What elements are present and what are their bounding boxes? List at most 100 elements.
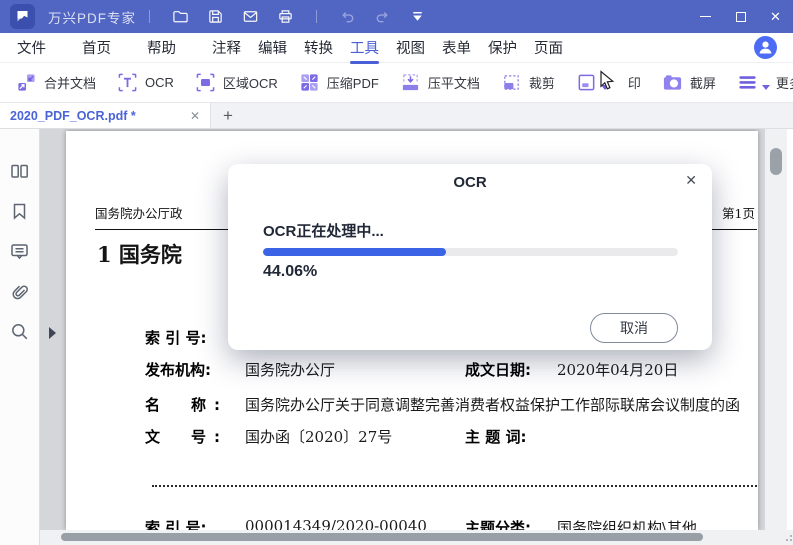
bookmarks-icon[interactable] bbox=[9, 201, 30, 222]
redo-icon[interactable] bbox=[374, 8, 391, 25]
doc-category-value: 国务院组织机构\其他 bbox=[557, 519, 698, 530]
doc-name-value: 国务院办公厅关于同意调整完善消费者权益保护工作部际联席会议制度的函 bbox=[245, 396, 741, 414]
user-avatar[interactable] bbox=[754, 36, 777, 59]
more-tools-button[interactable]: 更多 › bbox=[737, 72, 793, 93]
stamp-icon bbox=[578, 74, 595, 91]
hamburger-icon bbox=[739, 76, 756, 89]
menu-view[interactable]: 视图 bbox=[395, 34, 426, 61]
doc-index-label: 索 引 号: bbox=[145, 329, 207, 347]
print-icon[interactable] bbox=[277, 8, 294, 25]
more-label: 更多 bbox=[775, 76, 793, 91]
flatten-document-button[interactable]: 压平文档 bbox=[400, 72, 480, 93]
dialog-close-icon[interactable]: ✕ bbox=[685, 172, 697, 189]
undo-icon[interactable] bbox=[339, 8, 356, 25]
vertical-scrollbar[interactable] bbox=[765, 129, 787, 530]
stamp-label: 印 bbox=[627, 76, 641, 91]
progress-bar-fill bbox=[263, 248, 446, 256]
compress-label: 压缩PDF bbox=[326, 76, 379, 91]
menu-page[interactable]: 页面 bbox=[533, 34, 564, 61]
app-window: 万兴PDF专家 ✕ 文件 首页 帮助 注释 编辑 转换 工具 视图 表单 保护 … bbox=[0, 0, 793, 545]
doc-page-number: 第1页 bbox=[722, 206, 755, 221]
menu-edit[interactable]: 编辑 bbox=[257, 34, 288, 61]
screenshot-button[interactable]: 截屏 bbox=[662, 72, 716, 93]
menu-tools[interactable]: 工具 bbox=[349, 34, 380, 64]
ocr-button[interactable]: OCR bbox=[117, 72, 174, 93]
sidebar-expand-handle[interactable] bbox=[49, 327, 56, 339]
dialog-title: OCR bbox=[453, 174, 487, 191]
doc-category-label: 主题分类: bbox=[465, 519, 531, 530]
compress-pdf-button[interactable]: 压缩PDF bbox=[299, 72, 379, 93]
open-folder-icon[interactable] bbox=[172, 8, 189, 25]
doc-date-value: 2020年04月20日 bbox=[557, 361, 679, 379]
ocr-status-text: OCR正在处理中... bbox=[263, 223, 384, 240]
merge-icon bbox=[18, 74, 35, 91]
doc-publisher-value: 国务院办公厅 bbox=[245, 361, 336, 379]
area-ocr-button[interactable]: 区域OCR bbox=[195, 72, 278, 93]
customize-toolbar-icon[interactable] bbox=[409, 8, 426, 25]
doc-name-label: 名 称: bbox=[145, 396, 228, 414]
menu-comment[interactable]: 注释 bbox=[211, 34, 242, 61]
titlebar: 万兴PDF专家 ✕ bbox=[0, 0, 793, 33]
camera-icon bbox=[663, 75, 681, 90]
thumbnails-icon[interactable] bbox=[9, 161, 30, 182]
maximize-button[interactable] bbox=[723, 0, 758, 33]
ocr-label: OCR bbox=[145, 75, 174, 90]
vertical-scrollbar-thumb[interactable] bbox=[770, 148, 782, 175]
menu-file[interactable]: 文件 bbox=[16, 34, 47, 61]
merge-documents-button[interactable]: 合并文档 bbox=[16, 72, 96, 93]
doc-heading: 1 国务院 bbox=[97, 242, 182, 267]
menubar: 文件 首页 帮助 注释 编辑 转换 工具 视图 表单 保护 页面 bbox=[0, 33, 793, 64]
window-controls: ✕ bbox=[688, 0, 793, 33]
menu-form[interactable]: 表单 bbox=[441, 34, 472, 61]
cancel-button[interactable]: 取消 bbox=[590, 313, 678, 343]
horizontal-scrollbar-thumb[interactable] bbox=[61, 533, 703, 541]
menu-home[interactable]: 首页 bbox=[81, 34, 112, 61]
titlebar-separator bbox=[316, 10, 317, 23]
menu-convert[interactable]: 转换 bbox=[303, 34, 334, 61]
screenshot-label: 截屏 bbox=[689, 76, 716, 91]
tab-close-icon[interactable]: ✕ bbox=[190, 109, 200, 123]
crop-icon bbox=[504, 75, 519, 90]
right-gutter bbox=[787, 129, 793, 545]
doc-index2-value: 000014349/2020-00040 bbox=[245, 517, 427, 530]
doc-date-label: 成文日期: bbox=[465, 361, 531, 379]
horizontal-scrollbar[interactable] bbox=[40, 530, 793, 545]
app-title: 万兴PDF专家 bbox=[48, 10, 136, 26]
doc-running-header: 国务院办公厅政 bbox=[95, 206, 183, 221]
resize-grip[interactable] bbox=[786, 535, 792, 541]
menu-protect[interactable]: 保护 bbox=[487, 34, 518, 61]
close-button[interactable]: ✕ bbox=[758, 0, 793, 33]
minimize-button[interactable] bbox=[688, 0, 723, 33]
progress-bar bbox=[263, 248, 678, 256]
tools-toolbar: 合并文档 OCR 区域OCR 压缩PDF 压平文档 裁剪 印 截屏 更 bbox=[0, 63, 793, 103]
progress-percent: 44.06% bbox=[263, 263, 318, 280]
ocr-icon bbox=[118, 73, 137, 92]
save-icon[interactable] bbox=[207, 8, 224, 25]
doc-subject-label: 主 题 词: bbox=[465, 428, 527, 446]
titlebar-separator bbox=[149, 10, 150, 23]
tab-title: 2020_PDF_OCR.pdf * bbox=[10, 108, 136, 123]
doc-dotted-divider bbox=[152, 485, 757, 487]
flatten-icon bbox=[402, 74, 418, 91]
doc-number-value: 国办函〔2020〕27号 bbox=[245, 428, 393, 446]
doc-index2-label: 索 引 号: bbox=[145, 519, 207, 530]
left-sidebar bbox=[0, 129, 40, 545]
flatten-label: 压平文档 bbox=[427, 76, 480, 91]
document-tab[interactable]: 2020_PDF_OCR.pdf * ✕ bbox=[0, 103, 211, 128]
compress-icon bbox=[301, 74, 318, 91]
more-dropdown-caret[interactable] bbox=[761, 84, 770, 90]
app-logo-icon bbox=[10, 4, 35, 29]
merge-label: 合并文档 bbox=[44, 76, 97, 91]
search-icon[interactable] bbox=[9, 321, 30, 342]
email-icon[interactable] bbox=[242, 8, 259, 25]
comments-icon[interactable] bbox=[9, 241, 30, 262]
tabbar: 2020_PDF_OCR.pdf * ✕ + bbox=[0, 103, 793, 129]
new-tab-button[interactable]: + bbox=[211, 103, 245, 128]
attachments-icon[interactable] bbox=[9, 281, 30, 302]
crop-label: 裁剪 bbox=[528, 76, 555, 91]
doc-number-label: 文 号: bbox=[145, 428, 228, 446]
mouse-cursor bbox=[600, 70, 615, 90]
crop-button[interactable]: 裁剪 bbox=[501, 72, 555, 93]
menu-help[interactable]: 帮助 bbox=[146, 34, 177, 61]
area-ocr-icon bbox=[196, 73, 215, 92]
